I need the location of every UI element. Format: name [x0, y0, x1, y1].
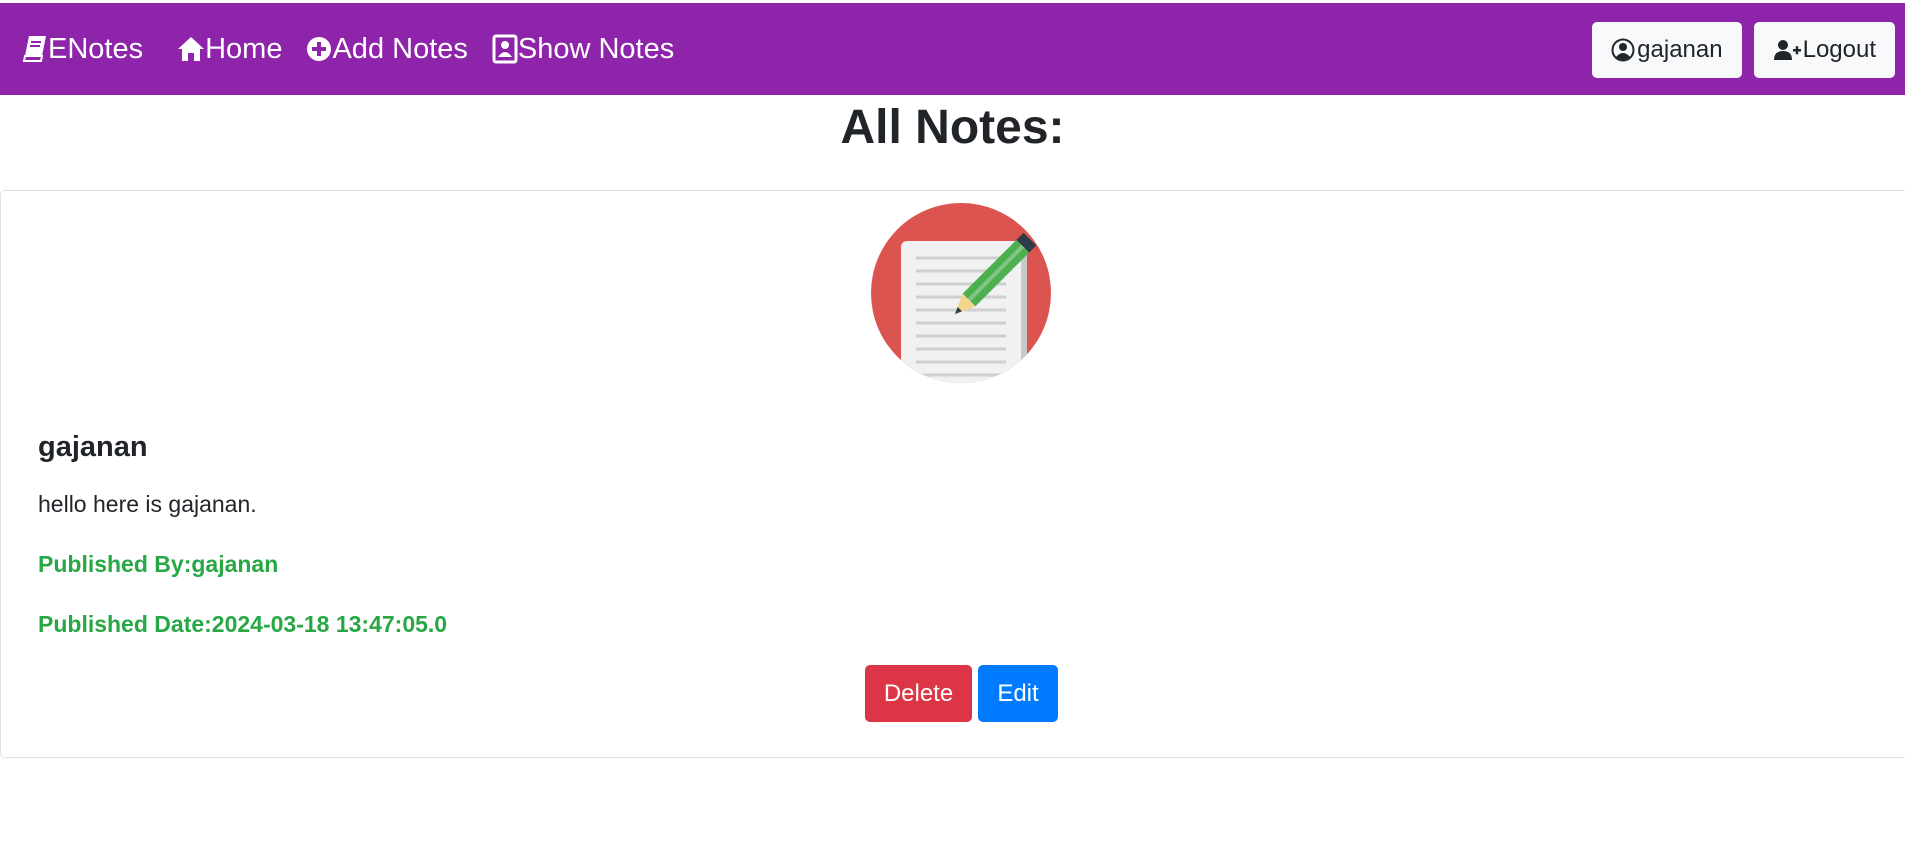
- nav-add-notes-label: Add Notes: [332, 32, 468, 65]
- note-pencil-icon: [871, 203, 1051, 383]
- nav-home-link[interactable]: Home: [177, 33, 282, 66]
- edit-button[interactable]: Edit: [978, 665, 1058, 722]
- brand-link[interactable]: ENotes: [22, 33, 143, 66]
- delete-button[interactable]: Delete: [865, 665, 972, 722]
- note-content: hello here is gajanan.: [38, 491, 257, 517]
- page-title: All Notes:: [840, 101, 1065, 154]
- published-by: Published By:gajanan: [38, 551, 279, 577]
- nav-right: gajanan Logout: [1580, 22, 1895, 78]
- nav-left: ENotes Home Add Notes Show Notes: [0, 33, 698, 66]
- note-actions: Delete Edit: [865, 665, 1064, 722]
- user-circle-icon: [1611, 38, 1635, 62]
- home-icon: [177, 36, 205, 62]
- plus-circle-icon: [306, 36, 332, 62]
- book-icon: [22, 35, 48, 63]
- brand-label: ENotes: [48, 32, 144, 65]
- address-book-icon: [492, 34, 518, 64]
- nav-show-notes-link[interactable]: Show Notes: [492, 33, 674, 66]
- logout-button[interactable]: Logout: [1753, 22, 1895, 78]
- user-plus-icon: [1773, 38, 1801, 62]
- nav-home-label: Home: [205, 32, 283, 65]
- nav-add-notes-link[interactable]: Add Notes: [306, 32, 468, 66]
- note-card: gajanan hello here is gajanan. Published…: [0, 190, 1905, 758]
- logout-button-label: Logout: [1802, 36, 1876, 63]
- navbar: ENotes Home Add Notes Show Notes gajanan…: [0, 3, 1905, 95]
- user-button[interactable]: gajanan: [1592, 22, 1742, 78]
- published-date: Published Date:2024-03-18 13:47:05.0: [38, 611, 448, 637]
- user-button-label: gajanan: [1637, 36, 1723, 63]
- note-title: gajanan: [38, 431, 148, 463]
- nav-show-notes-label: Show Notes: [517, 32, 675, 65]
